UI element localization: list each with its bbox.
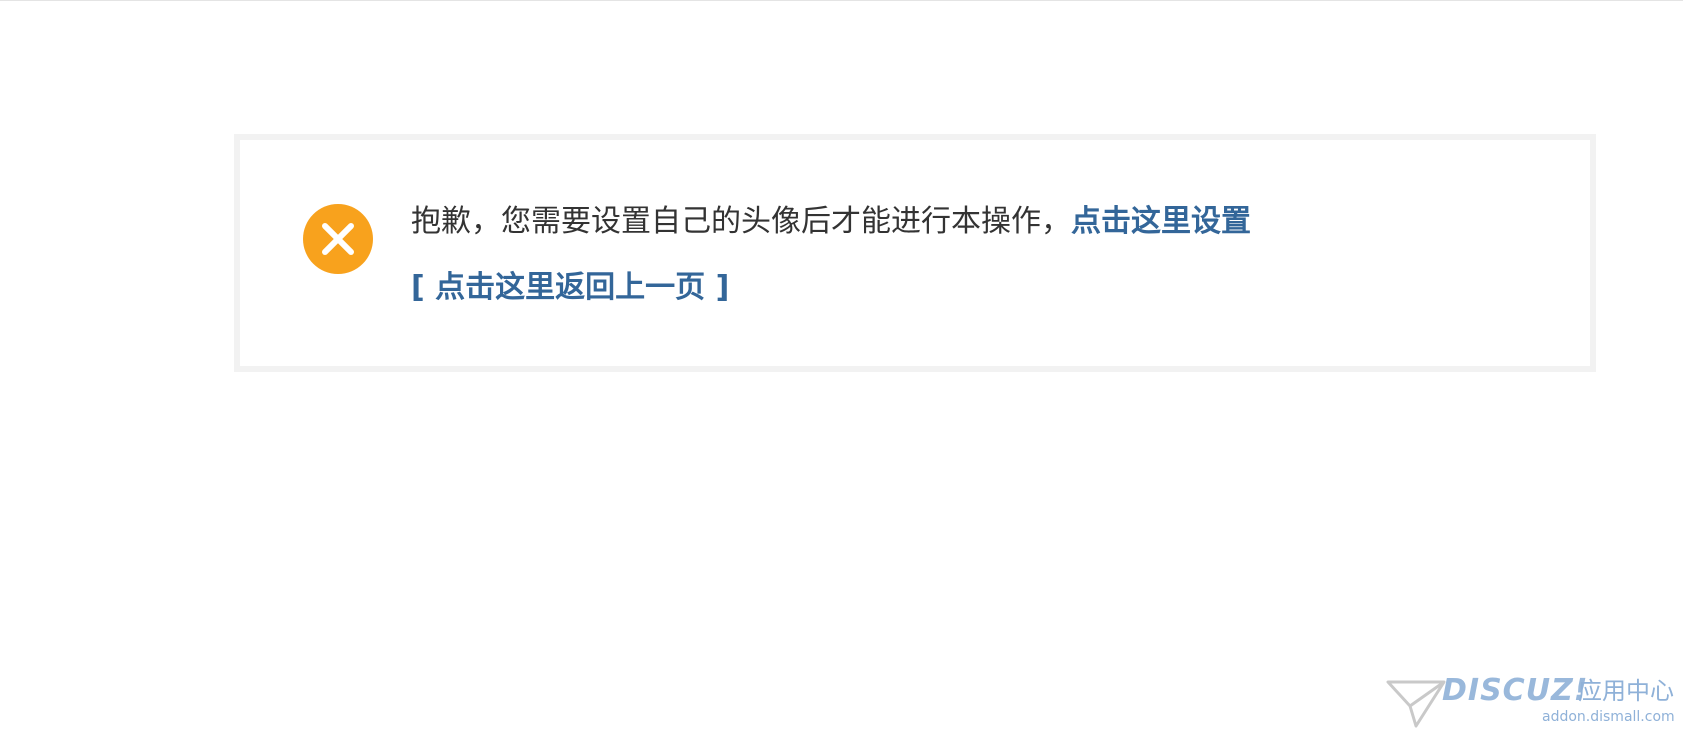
error-message: 抱歉，您需要设置自己的头像后才能进行本操作，点击这里设置 (411, 202, 1251, 242)
back-link[interactable]: [ 点击这里返回上一页 ] (411, 268, 729, 308)
top-divider (0, 0, 1683, 1)
error-message-text: 抱歉，您需要设置自己的头像后才能进行本操作， (411, 204, 1071, 239)
close-icon (303, 204, 373, 274)
watermark-brand: DISCUZ! (1442, 673, 1589, 708)
paper-plane-icon (1386, 680, 1446, 728)
watermark-url: addon.dismall.com (1542, 709, 1675, 725)
watermark: DISCUZ! 应用中心 addon.dismall.com (1386, 672, 1675, 730)
set-avatar-link[interactable]: 点击这里设置 (1071, 204, 1251, 239)
message-box (234, 134, 1596, 372)
watermark-subtitle: 应用中心 (1578, 677, 1674, 705)
